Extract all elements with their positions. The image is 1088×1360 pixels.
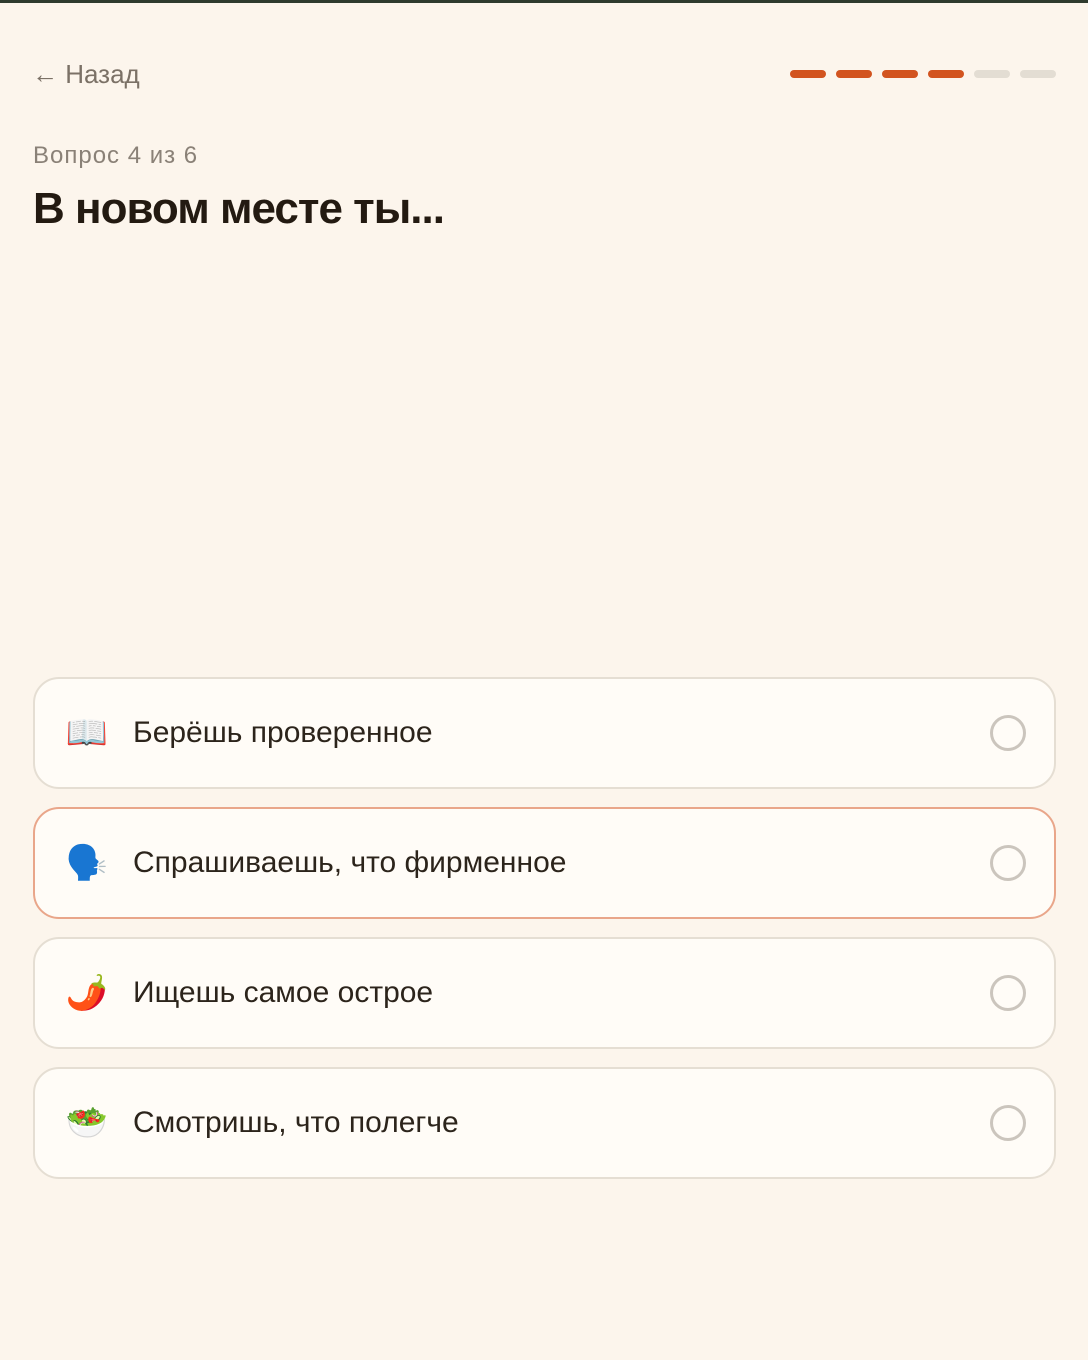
progress-segment-5: [974, 70, 1010, 78]
question-counter: Вопрос 4 из 6: [33, 142, 199, 169]
answer-option-label: Смотришь, что полегче: [133, 1106, 459, 1139]
top-rule: [0, 0, 1088, 3]
progress-indicator: [790, 70, 1056, 78]
hot-pepper-icon: 🌶️: [65, 974, 109, 1012]
radio-button[interactable]: [990, 715, 1026, 751]
open-book-icon: 📖: [65, 714, 109, 752]
progress-segment-6: [1020, 70, 1056, 78]
question-title: В новом месте ты...: [33, 184, 445, 233]
answer-option-proven[interactable]: 📖 Берёшь проверенное: [33, 677, 1056, 789]
answer-option-signature[interactable]: 🗣️ Спрашиваешь, что фирменное: [33, 807, 1056, 919]
answer-option-spicy[interactable]: 🌶️ Ищешь самое острое: [33, 937, 1056, 1049]
answer-option-label: Спрашиваешь, что фирменное: [133, 846, 567, 879]
progress-segment-4: [928, 70, 964, 78]
radio-button[interactable]: [990, 975, 1026, 1011]
answer-option-light[interactable]: 🥗 Смотришь, что полегче: [33, 1067, 1056, 1179]
back-button[interactable]: ← Назад: [32, 56, 140, 92]
salad-icon: 🥗: [65, 1104, 109, 1142]
progress-segment-3: [882, 70, 918, 78]
answer-option-label: Берёшь проверенное: [133, 716, 433, 749]
radio-button[interactable]: [990, 1105, 1026, 1141]
answer-option-label: Ищешь самое острое: [133, 976, 434, 1009]
radio-button[interactable]: [990, 845, 1026, 881]
header: ← Назад: [32, 52, 1056, 96]
answer-options: 📖 Берёшь проверенное 🗣️ Спрашиваешь, что…: [33, 677, 1056, 1197]
speaking-head-icon: 🗣️: [65, 844, 109, 882]
progress-segment-1: [790, 70, 826, 78]
progress-segment-2: [836, 70, 872, 78]
back-button-label: ← Назад: [32, 59, 140, 89]
